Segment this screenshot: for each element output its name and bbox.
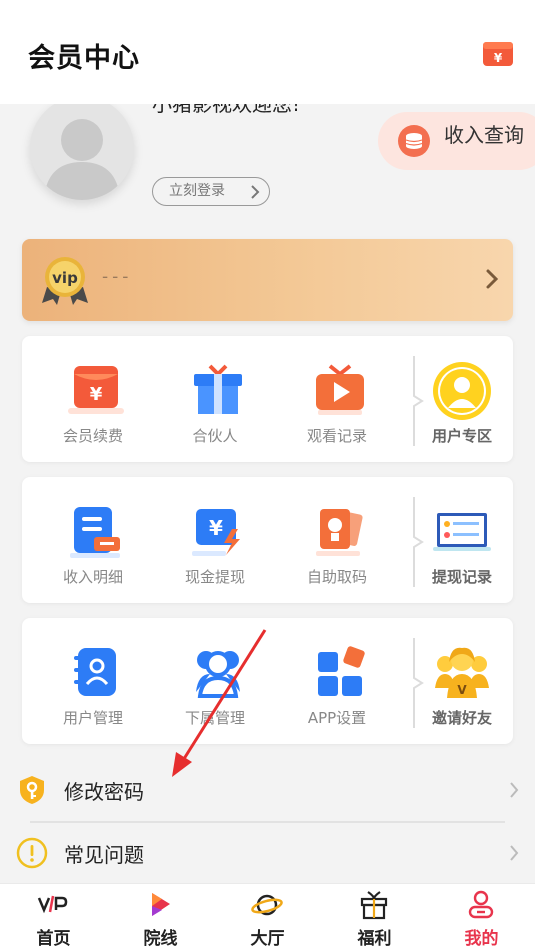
grid-item-label: 会员续费 [62, 427, 123, 445]
wallet-icon[interactable]: ¥ [481, 40, 515, 68]
login-label: 立刻登录 [169, 183, 225, 199]
vip-home-icon [37, 895, 68, 914]
grid-item-cash-withdraw[interactable]: ¥ 现金提现 [154, 477, 276, 603]
grid-item-label: 观看记录 [306, 427, 367, 445]
svg-text:vip: vip [52, 269, 78, 287]
coin-stack-icon [398, 125, 430, 157]
gift-icon [194, 364, 242, 414]
grid-item-withdraw-record[interactable]: 提现记录 [422, 477, 513, 603]
nav-item-cinema[interactable]: 院线 [107, 884, 214, 951]
svg-text:V: V [457, 683, 467, 697]
cash-withdraw-icon: ¥ [192, 509, 240, 556]
vip-status: --- [102, 267, 133, 287]
grid-item-label: APP设置 [307, 709, 367, 727]
login-button[interactable]: 立刻登录 [152, 177, 270, 206]
nav-label: 我的 [464, 929, 499, 949]
self-code-icon [316, 509, 363, 556]
gift-box-icon [360, 891, 388, 920]
contacts-icon [74, 648, 116, 696]
list-item-faq[interactable]: 常见问题 [0, 823, 535, 883]
grid-item-partner[interactable]: 合伙人 [154, 336, 276, 462]
nav-item-mine[interactable]: 我的 [428, 884, 535, 951]
grid-item-user-manage[interactable]: 用户管理 [32, 618, 154, 744]
default-avatar-icon [44, 119, 120, 200]
grid-card-services: ¥ 会员续费 合伙人 观看记录 用户专区 [22, 336, 513, 462]
income-query-label: 收入查询 [444, 123, 524, 147]
vip-badge-icon: vip [42, 257, 88, 305]
chevron-right-icon [486, 269, 499, 289]
shield-key-icon [20, 776, 44, 804]
grid-item-label: 用户专区 [431, 427, 492, 445]
renew-icon: ¥ [68, 366, 124, 414]
nav-label: 首页 [36, 929, 71, 949]
planet-icon [251, 894, 283, 916]
grid-item-label: 收入明细 [62, 568, 123, 586]
chevron-right-icon [510, 782, 519, 798]
page-title: 会员中心 [28, 43, 140, 74]
grid-card-finance: 收入明细 ¥ 现金提现 自助取码 提现记录 [22, 477, 513, 603]
tv-icon [316, 364, 364, 415]
chevron-right-icon [251, 185, 260, 199]
team-icon [196, 651, 240, 698]
play-icon [152, 893, 170, 916]
nav-label: 大厅 [250, 929, 285, 949]
nav-label: 福利 [357, 929, 392, 949]
header: 会员中心 ¥ [0, 0, 535, 104]
nav-label: 院线 [143, 929, 178, 949]
list-item-label: 常见问题 [64, 843, 144, 867]
grid-item-income-detail[interactable]: 收入明细 [32, 477, 154, 603]
grid-item-history[interactable]: 观看记录 [276, 336, 398, 462]
svg-text:¥: ¥ [494, 51, 503, 65]
app-settings-icon [318, 646, 365, 696]
grid-item-label: 用户管理 [62, 709, 123, 727]
grid-item-renew[interactable]: ¥ 会员续费 [32, 336, 154, 462]
user-icon [468, 890, 494, 919]
grid-item-label: 现金提现 [184, 568, 245, 586]
svg-text:¥: ¥ [209, 516, 223, 540]
grid-item-label: 下属管理 [184, 709, 245, 727]
grid-item-label: 合伙人 [192, 427, 238, 445]
grid-card-management: 用户管理 下属管理 APP设置 V 邀请好友 [22, 618, 513, 744]
income-detail-icon [70, 507, 120, 558]
vip-card[interactable]: vip --- [22, 239, 513, 321]
user-zone-icon [433, 362, 491, 420]
chevron-right-icon [510, 845, 519, 861]
grid-item-user-zone[interactable]: 用户专区 [422, 336, 513, 462]
list-item-change-password[interactable]: 修改密码 [0, 760, 535, 820]
grid-item-app-settings[interactable]: APP设置 [276, 618, 398, 744]
grid-item-label: 自助取码 [306, 568, 367, 586]
grid-item-team-manage[interactable]: 下属管理 [154, 618, 276, 744]
svg-text:¥: ¥ [90, 384, 103, 405]
nav-item-welfare[interactable]: 福利 [321, 884, 428, 951]
invite-friends-icon: V [435, 647, 489, 698]
withdraw-record-icon [433, 513, 491, 551]
nav-item-home[interactable]: 首页 [0, 884, 107, 951]
grid-item-self-code[interactable]: 自助取码 [276, 477, 398, 603]
income-query-button[interactable]: 收入查询 [378, 112, 535, 170]
grid-item-label: 提现记录 [431, 568, 492, 586]
list-item-label: 修改密码 [64, 780, 144, 804]
bottom-nav: 首页 院线 大厅 福利 我的 [0, 883, 535, 951]
grid-item-invite-friends[interactable]: V 邀请好友 [422, 618, 513, 744]
grid-item-label: 邀请好友 [431, 709, 492, 727]
nav-item-hall[interactable]: 大厅 [214, 884, 321, 951]
avatar[interactable] [30, 96, 134, 200]
exclamation-icon [16, 837, 48, 869]
